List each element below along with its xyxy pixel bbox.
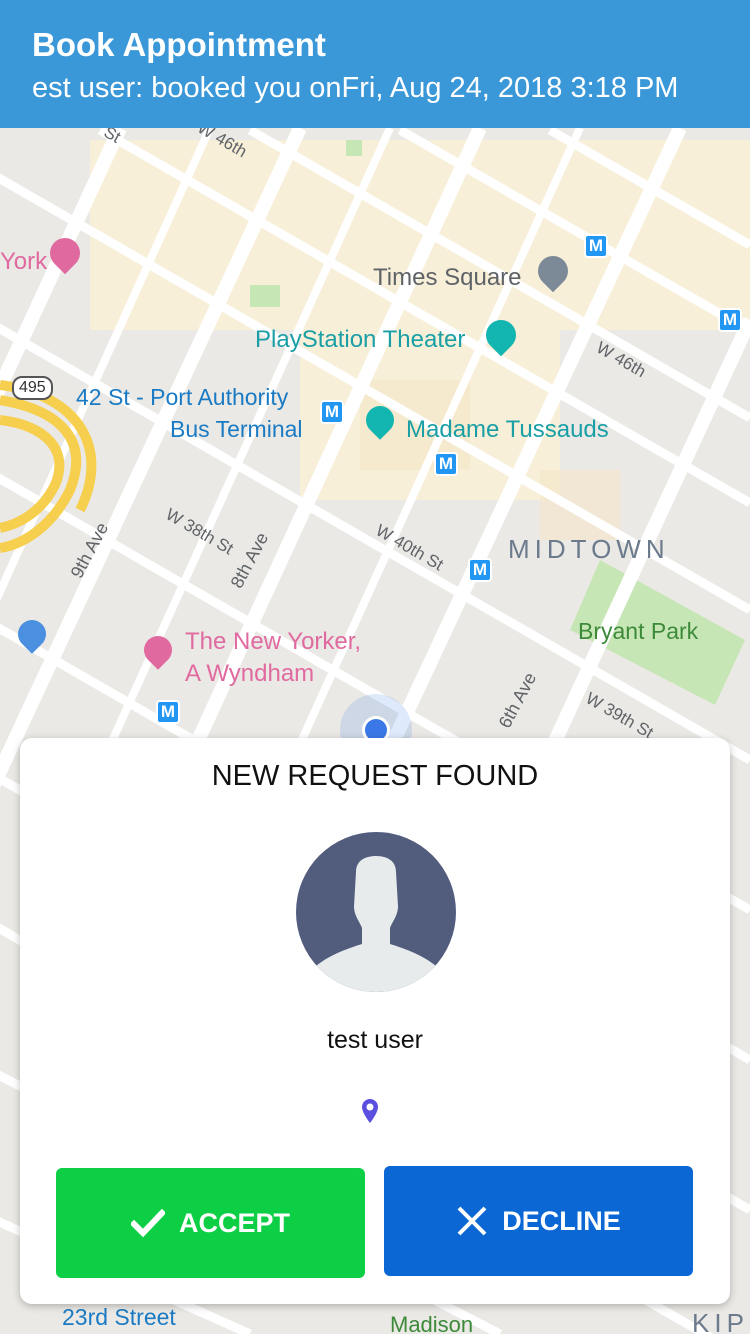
place-label-bus-terminal[interactable]: Bus Terminal bbox=[170, 416, 303, 443]
place-label-madison[interactable]: Madison bbox=[390, 1312, 473, 1334]
decline-label: DECLINE bbox=[502, 1205, 621, 1236]
metro-icon[interactable]: M bbox=[468, 558, 492, 582]
place-label-madame-tussauds[interactable]: Madame Tussauds bbox=[406, 416, 609, 444]
user-silhouette-icon bbox=[306, 856, 446, 992]
accept-label: ACCEPT bbox=[178, 1207, 290, 1238]
metro-icon[interactable]: M bbox=[156, 700, 180, 724]
place-label-midtown: MIDTOWN bbox=[508, 534, 670, 564]
close-icon bbox=[457, 1206, 487, 1236]
metro-icon[interactable]: M bbox=[718, 308, 742, 332]
place-label-new-yorker[interactable]: The New Yorker, bbox=[185, 628, 361, 656]
notification-banner[interactable]: Book Appointment est user: booked you on… bbox=[0, 0, 750, 128]
place-label-bryant-park[interactable]: Bryant Park bbox=[578, 618, 698, 645]
route-shield: 495 bbox=[12, 376, 53, 400]
accept-button[interactable]: ACCEPT bbox=[56, 1168, 365, 1278]
place-label-york: York bbox=[0, 248, 48, 275]
place-label-times-square[interactable]: Times Square bbox=[373, 264, 522, 292]
notification-message: est user: booked you onFri, Aug 24, 2018… bbox=[32, 72, 679, 104]
location-pin-icon[interactable] bbox=[361, 1098, 379, 1129]
place-label-port-authority[interactable]: 42 St - Port Authority bbox=[76, 384, 288, 411]
request-card-title: NEW REQUEST FOUND bbox=[211, 760, 539, 792]
place-label-kip: KIP bbox=[692, 1308, 749, 1334]
place-label-23rd-street[interactable]: 23rd Street bbox=[62, 1304, 176, 1331]
metro-icon[interactable]: M bbox=[584, 234, 608, 258]
decline-button[interactable]: DECLINE bbox=[384, 1166, 693, 1276]
place-label-playstation-theater[interactable]: PlayStation Theater bbox=[255, 326, 465, 354]
notification-title: Book Appointment bbox=[32, 26, 326, 63]
request-user-name: test user bbox=[327, 1026, 423, 1054]
place-label-wyndham[interactable]: A Wyndham bbox=[185, 660, 314, 688]
checkmark-icon bbox=[130, 1209, 165, 1237]
metro-icon[interactable]: M bbox=[320, 400, 344, 424]
request-card: NEW REQUEST FOUND test user ACCEPT DECLI… bbox=[20, 738, 730, 1304]
metro-icon[interactable]: M bbox=[434, 452, 458, 476]
avatar bbox=[296, 832, 456, 992]
